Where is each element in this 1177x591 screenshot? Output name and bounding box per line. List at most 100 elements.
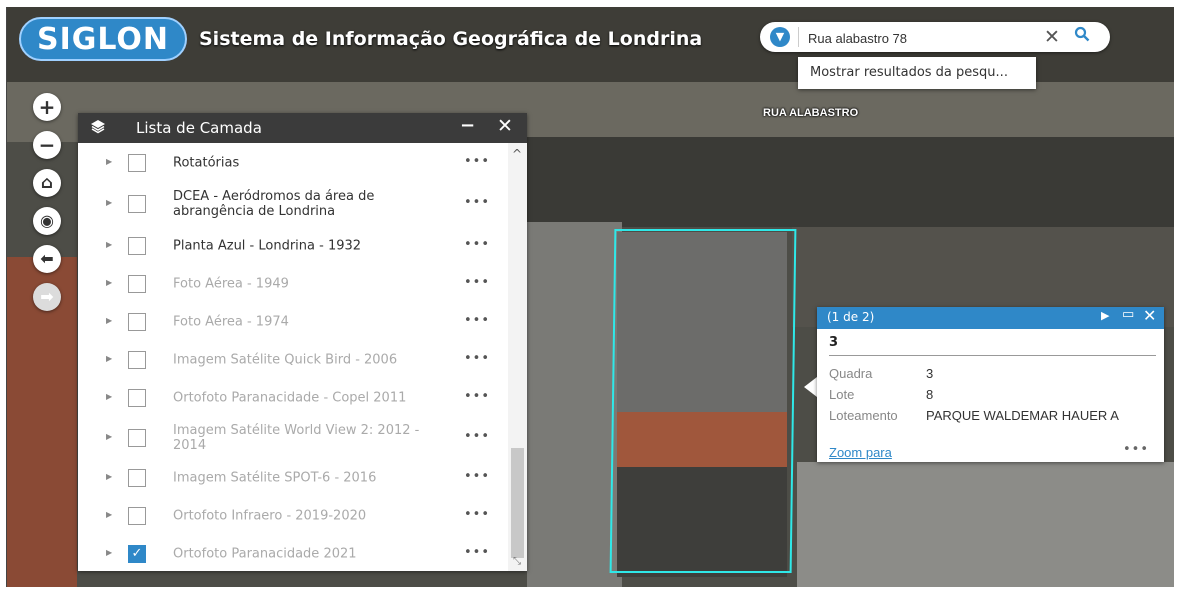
layer-label: Imagem Satélite SPOT-6 - 2016 <box>173 470 377 486</box>
layer-panel-header: Lista de Camada − ✕ <box>78 113 527 143</box>
layer-checkbox[interactable] <box>128 275 146 293</box>
expand-arrow-icon[interactable]: ▶ <box>106 240 112 249</box>
popup-field-row: Quadra 3 <box>829 366 933 381</box>
forward-arrow-icon[interactable]: ➡ <box>33 283 61 311</box>
map-imagery-trees <box>527 137 1174 227</box>
layer-row[interactable]: ▶ Imagem Satélite SPOT-6 - 2016 ••• <box>78 459 508 497</box>
scroll-up-icon[interactable]: ^ <box>512 147 522 161</box>
back-arrow-icon[interactable]: ⬅ <box>33 245 61 273</box>
more-options-icon[interactable]: ••• <box>464 545 490 560</box>
layer-list-panel: Lista de Camada − ✕ ▶ Rotatórias ••• ▶ D… <box>78 113 527 571</box>
expand-arrow-icon[interactable]: ▶ <box>106 472 112 481</box>
search-suggestion[interactable]: Mostrar resultados da pesqu... <box>798 57 1036 89</box>
layer-row[interactable]: ▶ Planta Azul - Londrina - 1932 ••• <box>78 227 508 265</box>
zoom-in-button[interactable]: + <box>33 93 61 121</box>
field-key: Loteamento <box>829 408 898 423</box>
close-button[interactable]: ✕ <box>497 115 513 137</box>
resize-handle-icon[interactable]: ⤡ <box>513 556 521 567</box>
layer-checkbox[interactable] <box>128 351 146 369</box>
field-key: Quadra <box>829 366 873 381</box>
layer-label: Imagem Satélite World View 2: 2012 - 201… <box>173 423 420 453</box>
scrollbar-thumb[interactable] <box>511 448 524 558</box>
more-options-icon[interactable]: ••• <box>1123 442 1149 457</box>
popup-header: (1 de 2) ▶ ▭ ✕ <box>817 306 1164 329</box>
layer-label: Planta Azul - Londrina - 1932 <box>173 238 362 254</box>
layer-row[interactable]: ▶ Imagem Satélite Quick Bird - 2006 ••• <box>78 341 508 379</box>
layer-label: Ortofoto Paranacidade 2021 <box>173 546 357 562</box>
layer-row[interactable]: ▶ Ortofoto Paranacidade - Copel 2011 ••• <box>78 379 508 417</box>
layer-row[interactable]: ▶ DCEA - Aeródromos da área de abrangênc… <box>78 181 508 227</box>
layer-label: DCEA - Aeródromos da área de abrangência… <box>173 189 375 219</box>
layer-checkbox[interactable] <box>128 429 146 447</box>
more-options-icon[interactable]: ••• <box>464 275 490 290</box>
search-box: ▼ ✕ <box>760 22 1110 52</box>
maximize-icon[interactable]: ▭ <box>1122 307 1134 322</box>
minimize-button[interactable]: − <box>460 115 475 136</box>
expand-arrow-icon[interactable]: ▶ <box>106 548 112 557</box>
clear-icon[interactable]: ✕ <box>1042 25 1062 49</box>
layer-row[interactable]: ▶ Ortofoto Infraero - 2019-2020 ••• <box>78 497 508 535</box>
more-options-icon[interactable]: ••• <box>464 429 490 444</box>
layer-checkbox[interactable] <box>128 507 146 525</box>
more-options-icon[interactable]: ••• <box>464 507 490 522</box>
layer-label: Foto Aérea - 1974 <box>173 314 289 330</box>
caret-down-icon[interactable]: ▼ <box>770 27 790 47</box>
layer-checkbox[interactable] <box>128 313 146 331</box>
more-options-icon[interactable]: ••• <box>464 154 490 169</box>
field-value: 3 <box>926 366 934 381</box>
popup-count: (1 de 2) <box>827 310 875 324</box>
map-imagery-right-bottom <box>797 462 1174 587</box>
search-divider <box>798 27 799 47</box>
layer-row[interactable]: ▶ Foto Aérea - 1974 ••• <box>78 303 508 341</box>
locate-icon[interactable]: ◉ <box>33 207 61 235</box>
more-options-icon[interactable]: ••• <box>464 313 490 328</box>
layer-row[interactable]: ▶ Imagem Satélite World View 2: 2012 - 2… <box>78 417 508 459</box>
search-input[interactable] <box>806 26 1020 50</box>
layer-checkbox[interactable] <box>128 154 146 172</box>
feature-popup: (1 de 2) ▶ ▭ ✕ 3 Quadra 3 Lote 8 Loteament… <box>817 306 1164 462</box>
layer-row[interactable]: ▶ ✓ Ortofoto Paranacidade 2021 ••• <box>78 535 508 573</box>
search-icon[interactable] <box>1068 25 1096 49</box>
layer-label: Ortofoto Infraero - 2019-2020 <box>173 508 367 524</box>
layer-checkbox-checked[interactable]: ✓ <box>128 545 146 563</box>
expand-arrow-icon[interactable]: ▶ <box>106 510 112 519</box>
layer-label: Imagem Satélite Quick Bird - 2006 <box>173 352 398 368</box>
more-options-icon[interactable]: ••• <box>464 195 490 210</box>
popup-pointer <box>804 377 817 397</box>
layer-label: Foto Aérea - 1949 <box>173 276 289 292</box>
expand-arrow-icon[interactable]: ▶ <box>106 198 112 207</box>
expand-arrow-icon[interactable]: ▶ <box>106 392 112 401</box>
app-logo: SIGLON <box>19 17 187 61</box>
zoom-to-link[interactable]: Zoom para <box>829 445 892 460</box>
close-icon[interactable]: ✕ <box>1143 306 1156 325</box>
popup-divider <box>829 355 1156 356</box>
layer-list-scrollbar[interactable]: ^ ⤡ <box>508 143 527 571</box>
app-frame: SIGLON Sistema de Informação Geográfica … <box>6 7 1174 587</box>
expand-arrow-icon[interactable]: ▶ <box>106 157 112 166</box>
layer-row[interactable]: ▶ Rotatórias ••• <box>78 145 508 181</box>
popup-title: 3 <box>829 335 839 350</box>
zoom-out-button[interactable]: − <box>33 131 61 159</box>
expand-arrow-icon[interactable]: ▶ <box>106 354 112 363</box>
popup-field-row: Lote 8 <box>829 387 933 402</box>
more-options-icon[interactable]: ••• <box>464 469 490 484</box>
expand-arrow-icon[interactable]: ▶ <box>106 278 112 287</box>
layer-checkbox[interactable] <box>128 389 146 407</box>
field-value: 8 <box>926 387 934 402</box>
field-key: Lote <box>829 387 855 402</box>
more-options-icon[interactable]: ••• <box>464 237 490 252</box>
layer-row[interactable]: ▶ Foto Aérea - 1949 ••• <box>78 265 508 303</box>
layer-checkbox[interactable] <box>128 469 146 487</box>
street-label: RUA ALABASTRO <box>763 107 859 119</box>
next-feature-icon[interactable]: ▶ <box>1101 309 1109 322</box>
parcel-outline <box>609 229 797 573</box>
layer-label: Ortofoto Paranacidade - Copel 2011 <box>173 390 407 406</box>
expand-arrow-icon[interactable]: ▶ <box>106 316 112 325</box>
more-options-icon[interactable]: ••• <box>464 389 490 404</box>
layer-checkbox[interactable] <box>128 237 146 255</box>
home-icon[interactable]: ⌂ <box>33 169 61 197</box>
layer-checkbox[interactable] <box>128 195 146 213</box>
layer-label: Rotatórias <box>173 155 240 171</box>
more-options-icon[interactable]: ••• <box>464 351 490 366</box>
expand-arrow-icon[interactable]: ▶ <box>106 432 112 441</box>
